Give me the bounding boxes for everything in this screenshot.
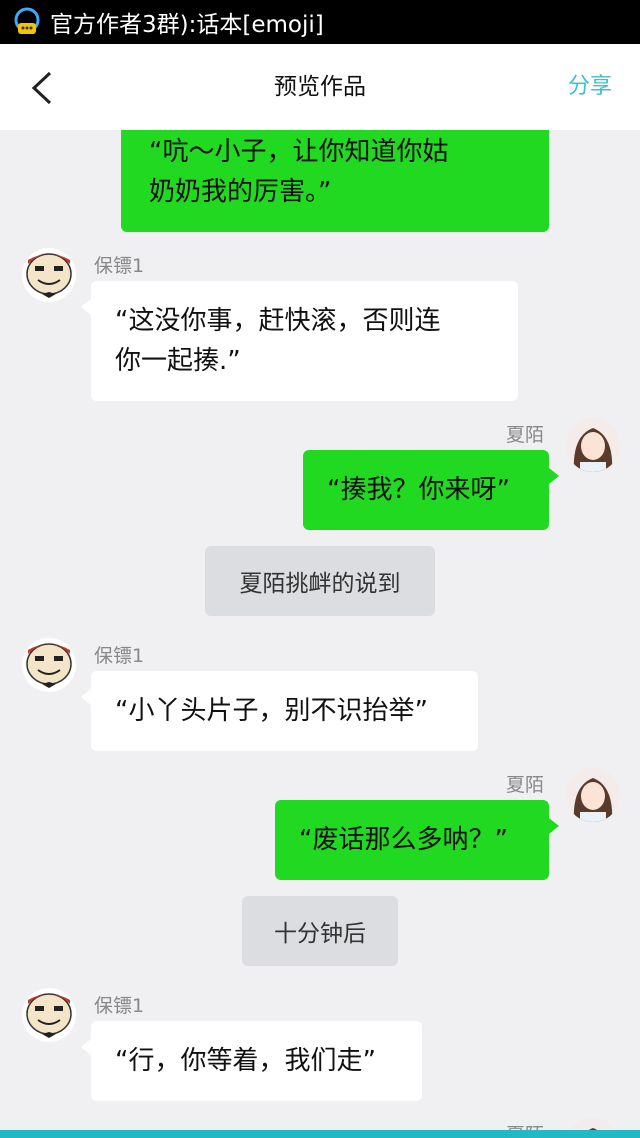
avatar[interactable]	[566, 1118, 620, 1130]
message-bubble-left: “这没你事，赶快滚，否则连 你一起揍.”	[81, 281, 518, 401]
narration-text: 夏陌挑衅的说到	[239, 571, 401, 597]
speaker-name: 保镖1	[94, 255, 145, 277]
message-text-line: “吭～小子，让你知道你姑	[149, 137, 449, 167]
message-bubble-left: “行，你等着，我们走”	[81, 1021, 422, 1101]
message-bubble-right: “吭～小子，让你知道你姑 奶奶我的厉害。”	[121, 130, 549, 232]
message-bubble-right: “揍我？你来呀”	[303, 450, 559, 530]
message-text: “揍我？你来呀”	[327, 475, 510, 505]
message-text-line: “这没你事，赶快滚，否则连	[115, 306, 441, 336]
chat-app-icon	[14, 7, 40, 34]
girl-avatar-icon	[566, 1118, 620, 1130]
share-button[interactable]: 分享	[568, 44, 612, 130]
bodyguard-avatar-icon	[22, 248, 76, 302]
message-text-line: 奶奶我的厉害。”	[149, 177, 332, 207]
status-bar: 官方作者3群):话本[emoji]	[0, 0, 640, 44]
avatar[interactable]	[566, 418, 620, 472]
notification-text: 官方作者3群):话本[emoji]	[50, 12, 324, 38]
bottom-bar	[0, 1130, 640, 1138]
message-text: “行，你等着，我们走”	[115, 1046, 376, 1076]
speaker-name: 夏陌	[506, 424, 545, 446]
avatar[interactable]	[22, 638, 76, 692]
bodyguard-avatar-icon	[22, 638, 76, 692]
girl-avatar-icon	[566, 768, 620, 822]
speaker-name: 夏陌	[506, 1120, 544, 1130]
avatar[interactable]	[22, 988, 76, 1042]
narration-label: 十分钟后	[242, 896, 398, 966]
speaker-name: 保镖1	[94, 995, 145, 1017]
message-text: “废话那么多呐？”	[299, 825, 508, 855]
nav-bar: 预览作品 分享	[0, 44, 640, 130]
speaker-name: 夏陌	[506, 774, 545, 796]
page-title: 预览作品	[274, 74, 366, 100]
speaker-name: 保镖1	[94, 645, 145, 667]
avatar[interactable]	[566, 768, 620, 822]
chat-area[interactable]: “吭～小子，让你知道你姑 奶奶我的厉害。” 保镖1 “这没你事，赶快滚，否则连 …	[0, 130, 640, 1130]
message-text: “小丫头片子，别不识抬举”	[115, 696, 428, 726]
avatar[interactable]	[22, 248, 76, 302]
message-bubble-left: “小丫头片子，别不识抬举”	[81, 671, 478, 751]
message-text-line: 你一起揍.”	[115, 346, 241, 376]
narration-text: 十分钟后	[274, 921, 366, 947]
girl-avatar-icon	[566, 418, 620, 472]
narration-label: 夏陌挑衅的说到	[205, 546, 435, 616]
bodyguard-avatar-icon	[22, 988, 76, 1042]
message-bubble-right: “废话那么多呐？”	[275, 800, 559, 880]
